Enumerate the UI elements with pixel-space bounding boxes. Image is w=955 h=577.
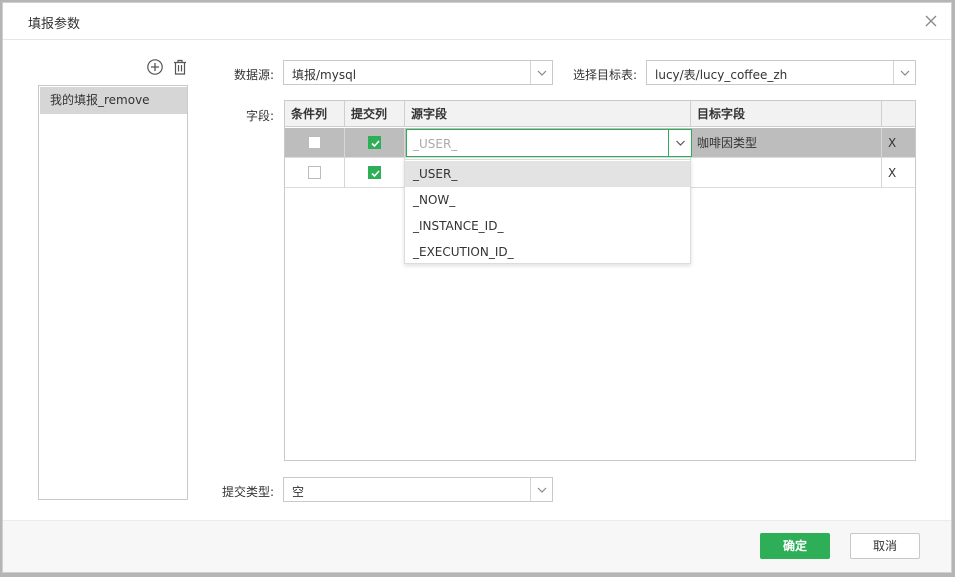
datasource-label: 数据源: [234, 68, 275, 82]
header-target-field: 目标字段 [691, 101, 882, 127]
header-condition-column: 条件列 [285, 101, 345, 127]
table-header: 条件列 提交列 源字段 目标字段 [285, 101, 915, 127]
list-item[interactable]: 我的填报_remove [40, 87, 187, 114]
dialog-footer: 确定 取消 [3, 520, 951, 572]
chevron-down-icon[interactable] [668, 130, 691, 156]
ok-button[interactable]: 确定 [760, 533, 830, 559]
submit-type-label: 提交类型: [222, 485, 275, 499]
submit-cell [345, 158, 405, 188]
submit-type-select[interactable]: 空 [283, 477, 553, 502]
dropdown-option[interactable]: _NOW_ [405, 187, 690, 213]
target-table-value: lucy/表/lucy_coffee_zh [655, 68, 788, 82]
submit-cell [345, 128, 405, 158]
dropdown-option[interactable]: _INSTANCE_ID_ [405, 213, 690, 239]
delete-row-button[interactable]: X [882, 158, 915, 188]
target-table-select[interactable]: lucy/表/lucy_coffee_zh [646, 60, 916, 85]
delete-row-button[interactable]: X [882, 128, 915, 158]
dialog-title: 填报参数 [28, 17, 81, 32]
submit-checkbox[interactable] [368, 166, 381, 179]
datasource-select[interactable]: 填报/mysql [283, 60, 553, 85]
fill-params-list: 我的填报_remove [38, 85, 188, 500]
close-icon[interactable] [921, 11, 941, 31]
checkmark-icon [371, 140, 380, 148]
target-field-cell[interactable]: 咖啡因类型 [691, 128, 882, 158]
condition-cell [285, 158, 345, 188]
dialog: 填报参数 我的填报_remove 数据源: 填报/mysql 选择目标表: lu… [2, 2, 952, 573]
condition-checkbox[interactable] [308, 166, 321, 179]
target-field-cell[interactable] [691, 158, 882, 188]
chevron-down-icon[interactable] [893, 61, 915, 84]
dialog-titlebar: 填报参数 [3, 3, 951, 40]
fields-table: 条件列 提交列 源字段 目标字段 _USER_ 咖啡因类型 X X [284, 100, 916, 461]
header-submit-column: 提交列 [345, 101, 405, 127]
trash-icon[interactable] [171, 58, 189, 76]
chevron-down-icon[interactable] [530, 478, 552, 501]
source-field-select[interactable]: _USER_ [406, 129, 692, 157]
dropdown-option[interactable]: _EXECUTION_ID_ [405, 239, 690, 265]
datasource-value: 填报/mysql [292, 68, 357, 82]
condition-cell [285, 128, 345, 158]
header-delete [882, 101, 915, 127]
cancel-button[interactable]: 取消 [850, 533, 920, 559]
submit-type-value: 空 [292, 485, 305, 499]
dropdown-option[interactable]: _USER_ [405, 161, 690, 187]
source-field-dropdown: _USER_ _NOW_ _INSTANCE_ID_ _EXECUTION_ID… [404, 159, 691, 264]
source-field-value: _USER_ [413, 137, 458, 151]
table-row[interactable]: _USER_ 咖啡因类型 X [285, 128, 915, 158]
target-table-label: 选择目标表: [573, 68, 638, 82]
fields-label: 字段: [246, 109, 275, 123]
add-circle-icon[interactable] [146, 58, 164, 76]
submit-checkbox[interactable] [368, 136, 381, 149]
header-source-field: 源字段 [405, 101, 691, 127]
checkmark-icon [371, 170, 380, 178]
condition-checkbox[interactable] [308, 136, 321, 149]
chevron-down-icon[interactable] [530, 61, 552, 84]
